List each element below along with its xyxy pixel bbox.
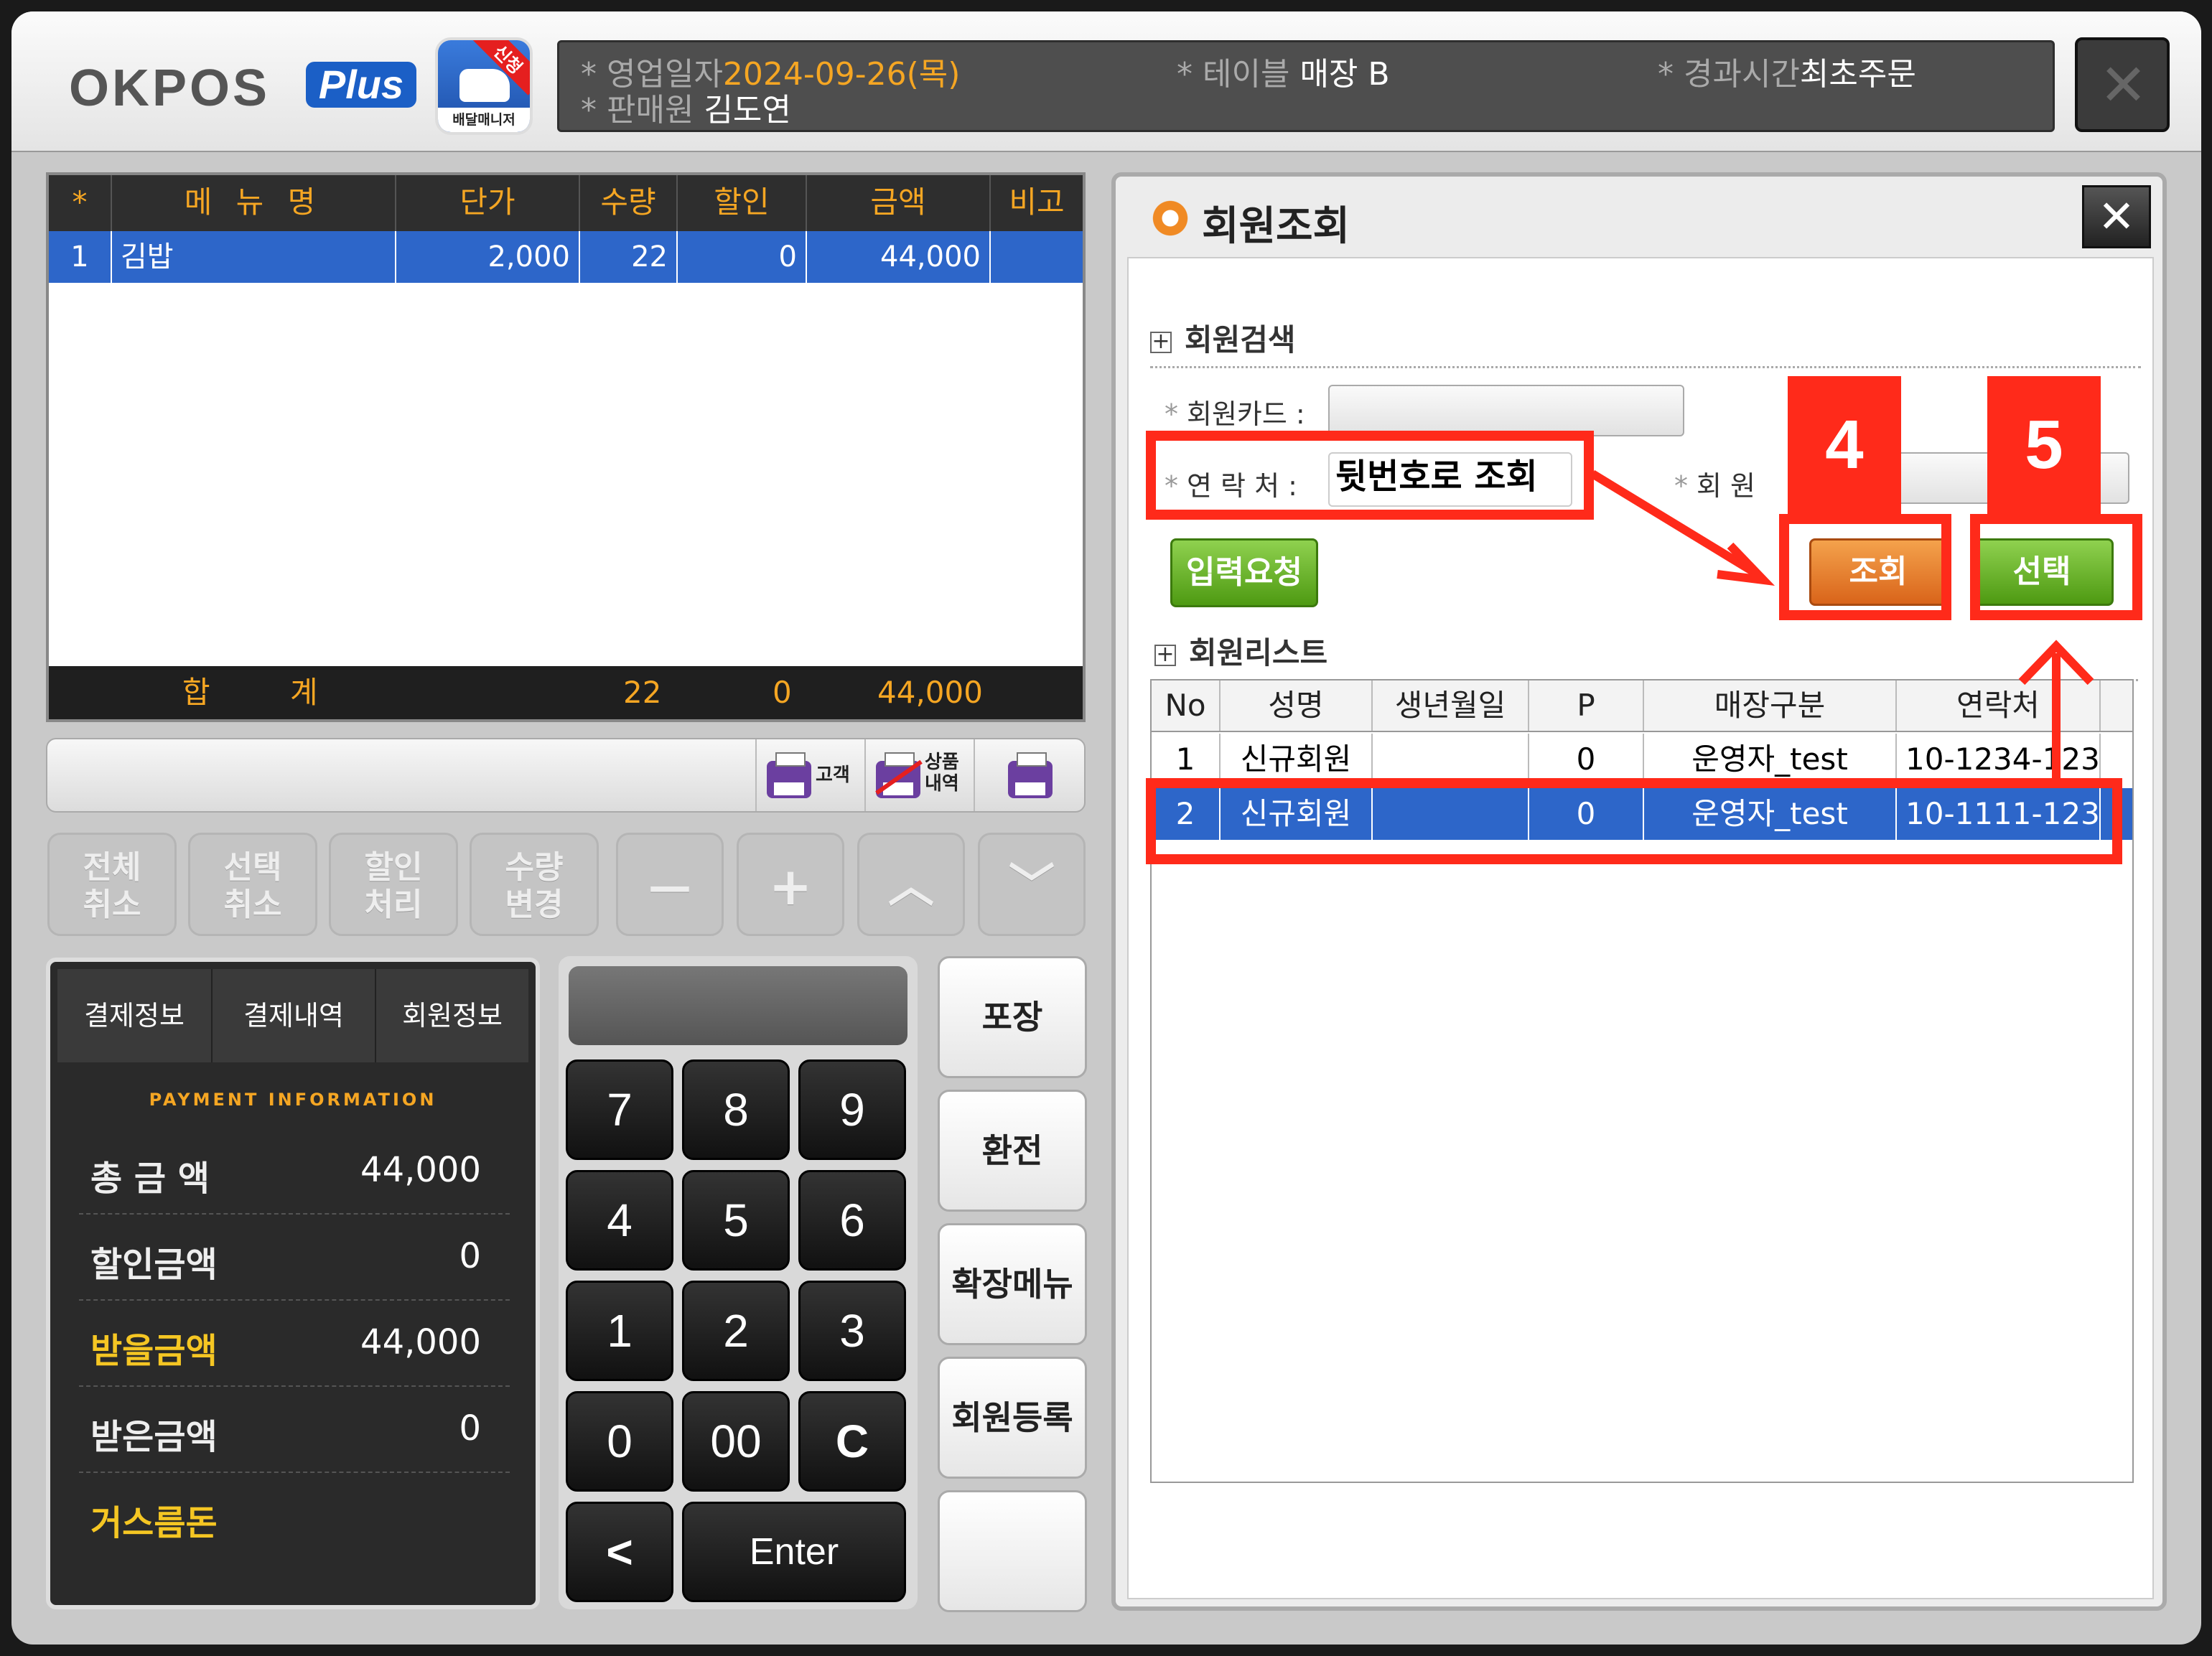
arrow-phone-to-search <box>1590 469 1760 579</box>
annotation-arrows <box>1590 469 2094 778</box>
